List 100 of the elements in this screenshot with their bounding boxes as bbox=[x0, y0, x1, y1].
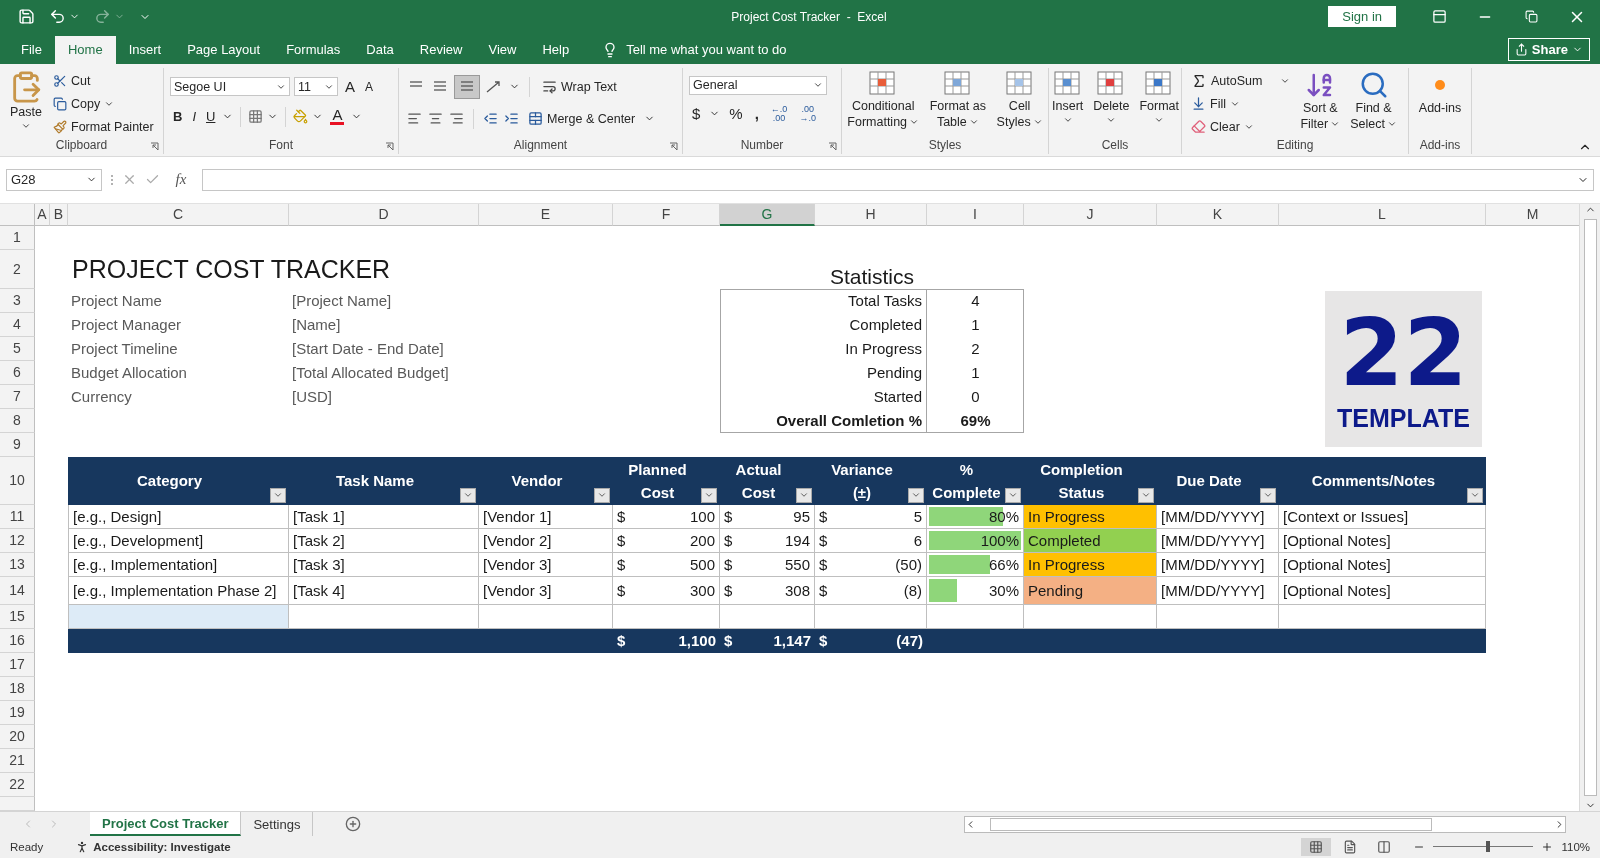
decrease-decimal-button[interactable]: .00 →.0 bbox=[796, 102, 819, 125]
column-header[interactable]: A bbox=[35, 203, 50, 226]
filter-button[interactable] bbox=[270, 487, 286, 503]
align-center-icon[interactable] bbox=[428, 111, 443, 127]
filter-button[interactable] bbox=[1467, 487, 1483, 503]
fill-color-icon[interactable] bbox=[293, 109, 309, 125]
row-header[interactable]: 6 bbox=[0, 360, 35, 385]
find-select-button[interactable]: Find & Select bbox=[1347, 67, 1400, 138]
shrink-font-button[interactable]: A bbox=[362, 75, 377, 98]
grow-font-button[interactable]: A bbox=[342, 75, 358, 98]
font-name-field[interactable]: Segoe UI bbox=[170, 77, 290, 97]
new-sheet-icon[interactable] bbox=[345, 816, 362, 832]
dialog-launcher-icon[interactable] bbox=[669, 141, 678, 151]
save-icon[interactable] bbox=[18, 8, 35, 26]
column-header[interactable]: J bbox=[1024, 203, 1157, 226]
font-size-field[interactable]: 11 bbox=[294, 77, 338, 97]
scroll-thumb[interactable] bbox=[990, 817, 1432, 831]
filter-button[interactable] bbox=[1138, 487, 1154, 503]
filter-button[interactable] bbox=[1260, 487, 1276, 503]
menu-tab[interactable]: View bbox=[475, 35, 530, 64]
filter-button[interactable] bbox=[1005, 487, 1021, 503]
orientation-icon[interactable] bbox=[485, 79, 503, 94]
zoom-level[interactable]: 110% bbox=[1561, 841, 1590, 853]
add-ins-button[interactable]: Add-ins bbox=[1415, 67, 1465, 138]
cells-button[interactable]: Delete bbox=[1090, 67, 1133, 138]
percent-button[interactable]: % bbox=[726, 102, 746, 125]
filter-button[interactable] bbox=[460, 487, 476, 503]
menu-tab[interactable]: Page Layout bbox=[174, 35, 274, 64]
column-header[interactable]: L bbox=[1279, 203, 1486, 226]
increase-indent-icon[interactable] bbox=[504, 111, 519, 127]
column-header[interactable]: C bbox=[68, 203, 289, 226]
menu-tab[interactable]: Home bbox=[54, 35, 116, 64]
restore-icon[interactable] bbox=[1524, 10, 1538, 24]
filter-button[interactable] bbox=[796, 487, 812, 503]
menu-tab[interactable]: Formulas bbox=[273, 35, 354, 64]
name-box[interactable]: G28 bbox=[6, 168, 102, 191]
row-header[interactable]: 9 bbox=[0, 432, 35, 457]
formula-field[interactable] bbox=[202, 168, 1594, 191]
row-header[interactable]: 13 bbox=[0, 552, 35, 577]
row-header[interactable]: 17 bbox=[0, 652, 35, 677]
row-header[interactable]: 12 bbox=[0, 528, 35, 553]
row-header[interactable]: 19 bbox=[0, 700, 35, 725]
row-header[interactable]: 16 bbox=[0, 628, 35, 653]
menu-tab[interactable]: Data bbox=[353, 35, 407, 64]
bold-button[interactable]: B bbox=[170, 105, 186, 128]
row-header[interactable]: 3 bbox=[0, 288, 35, 313]
column-header[interactable]: B bbox=[50, 203, 68, 226]
borders-icon[interactable] bbox=[248, 109, 264, 125]
dialog-launcher-icon[interactable] bbox=[828, 141, 837, 151]
column-header[interactable]: G bbox=[720, 203, 815, 226]
dialog-launcher-icon[interactable] bbox=[150, 141, 159, 151]
sort-filter-button[interactable]: Sort & Filter bbox=[1297, 67, 1344, 138]
number-format-field[interactable]: General bbox=[689, 75, 827, 95]
insert-function-button[interactable]: fx bbox=[168, 171, 194, 189]
zoom-in-icon[interactable] bbox=[1541, 841, 1554, 853]
column-header[interactable]: I bbox=[927, 203, 1024, 226]
row-header[interactable]: 8 bbox=[0, 408, 35, 433]
column-header[interactable]: K bbox=[1157, 203, 1279, 226]
cells-icon[interactable] bbox=[1052, 69, 1083, 98]
row-header[interactable]: 4 bbox=[0, 312, 35, 337]
horizontal-scrollbar[interactable] bbox=[964, 815, 1566, 833]
tell-me-field[interactable]: Tell me what you want to do bbox=[626, 42, 787, 58]
fill-button[interactable]: Fill bbox=[1188, 92, 1294, 115]
clear-button[interactable]: Clear bbox=[1188, 115, 1294, 138]
middle-align-icon[interactable] bbox=[431, 79, 449, 94]
row-header[interactable]: 2 bbox=[0, 249, 35, 289]
undo-icon[interactable] bbox=[49, 8, 66, 26]
ribbon-display-icon[interactable] bbox=[1431, 9, 1447, 25]
menu-tab[interactable]: Review bbox=[406, 35, 476, 64]
italic-button[interactable]: I bbox=[189, 105, 199, 128]
scroll-thumb[interactable] bbox=[1583, 218, 1597, 796]
styles-button[interactable]: Conditional Formatting bbox=[844, 67, 923, 138]
dialog-launcher-icon[interactable] bbox=[385, 141, 394, 151]
sign-in-button[interactable]: Sign in bbox=[1328, 6, 1396, 28]
column-header[interactable]: D bbox=[289, 203, 479, 226]
cells-button[interactable]: Format bbox=[1136, 67, 1182, 138]
comma-button[interactable]: , bbox=[751, 102, 762, 125]
row-header[interactable]: 21 bbox=[0, 748, 35, 773]
wrap-text-button[interactable]: Wrap Text bbox=[539, 75, 620, 98]
row-header[interactable]: 15 bbox=[0, 604, 35, 629]
row-header[interactable]: 1 bbox=[0, 225, 35, 250]
row-header[interactable]: 7 bbox=[0, 384, 35, 409]
filter-button[interactable] bbox=[701, 487, 717, 503]
row-header[interactable]: 11 bbox=[0, 504, 35, 529]
column-header[interactable]: F bbox=[613, 203, 720, 226]
share-button[interactable]: Share bbox=[1507, 37, 1590, 61]
menu-tab[interactable]: File bbox=[8, 35, 55, 64]
styles-button[interactable]: Format as Table bbox=[926, 67, 989, 138]
column-header[interactable]: H bbox=[815, 203, 927, 226]
row-header[interactable]: 14 bbox=[0, 576, 35, 605]
font-color-button[interactable]: A bbox=[327, 105, 348, 128]
row-header[interactable]: 10 bbox=[0, 456, 35, 505]
align-left-icon[interactable] bbox=[407, 111, 422, 127]
autosum-button[interactable]: AutoSum bbox=[1188, 69, 1294, 92]
merge-center-button[interactable]: Merge & Center bbox=[525, 107, 639, 130]
column-header[interactable]: E bbox=[479, 203, 613, 226]
menu-tab[interactable]: Insert bbox=[115, 35, 175, 64]
sheet-tab[interactable]: Project Cost Tracker bbox=[90, 812, 242, 836]
align-right-icon[interactable] bbox=[449, 111, 464, 127]
currency-button[interactable]: $ bbox=[689, 102, 704, 125]
